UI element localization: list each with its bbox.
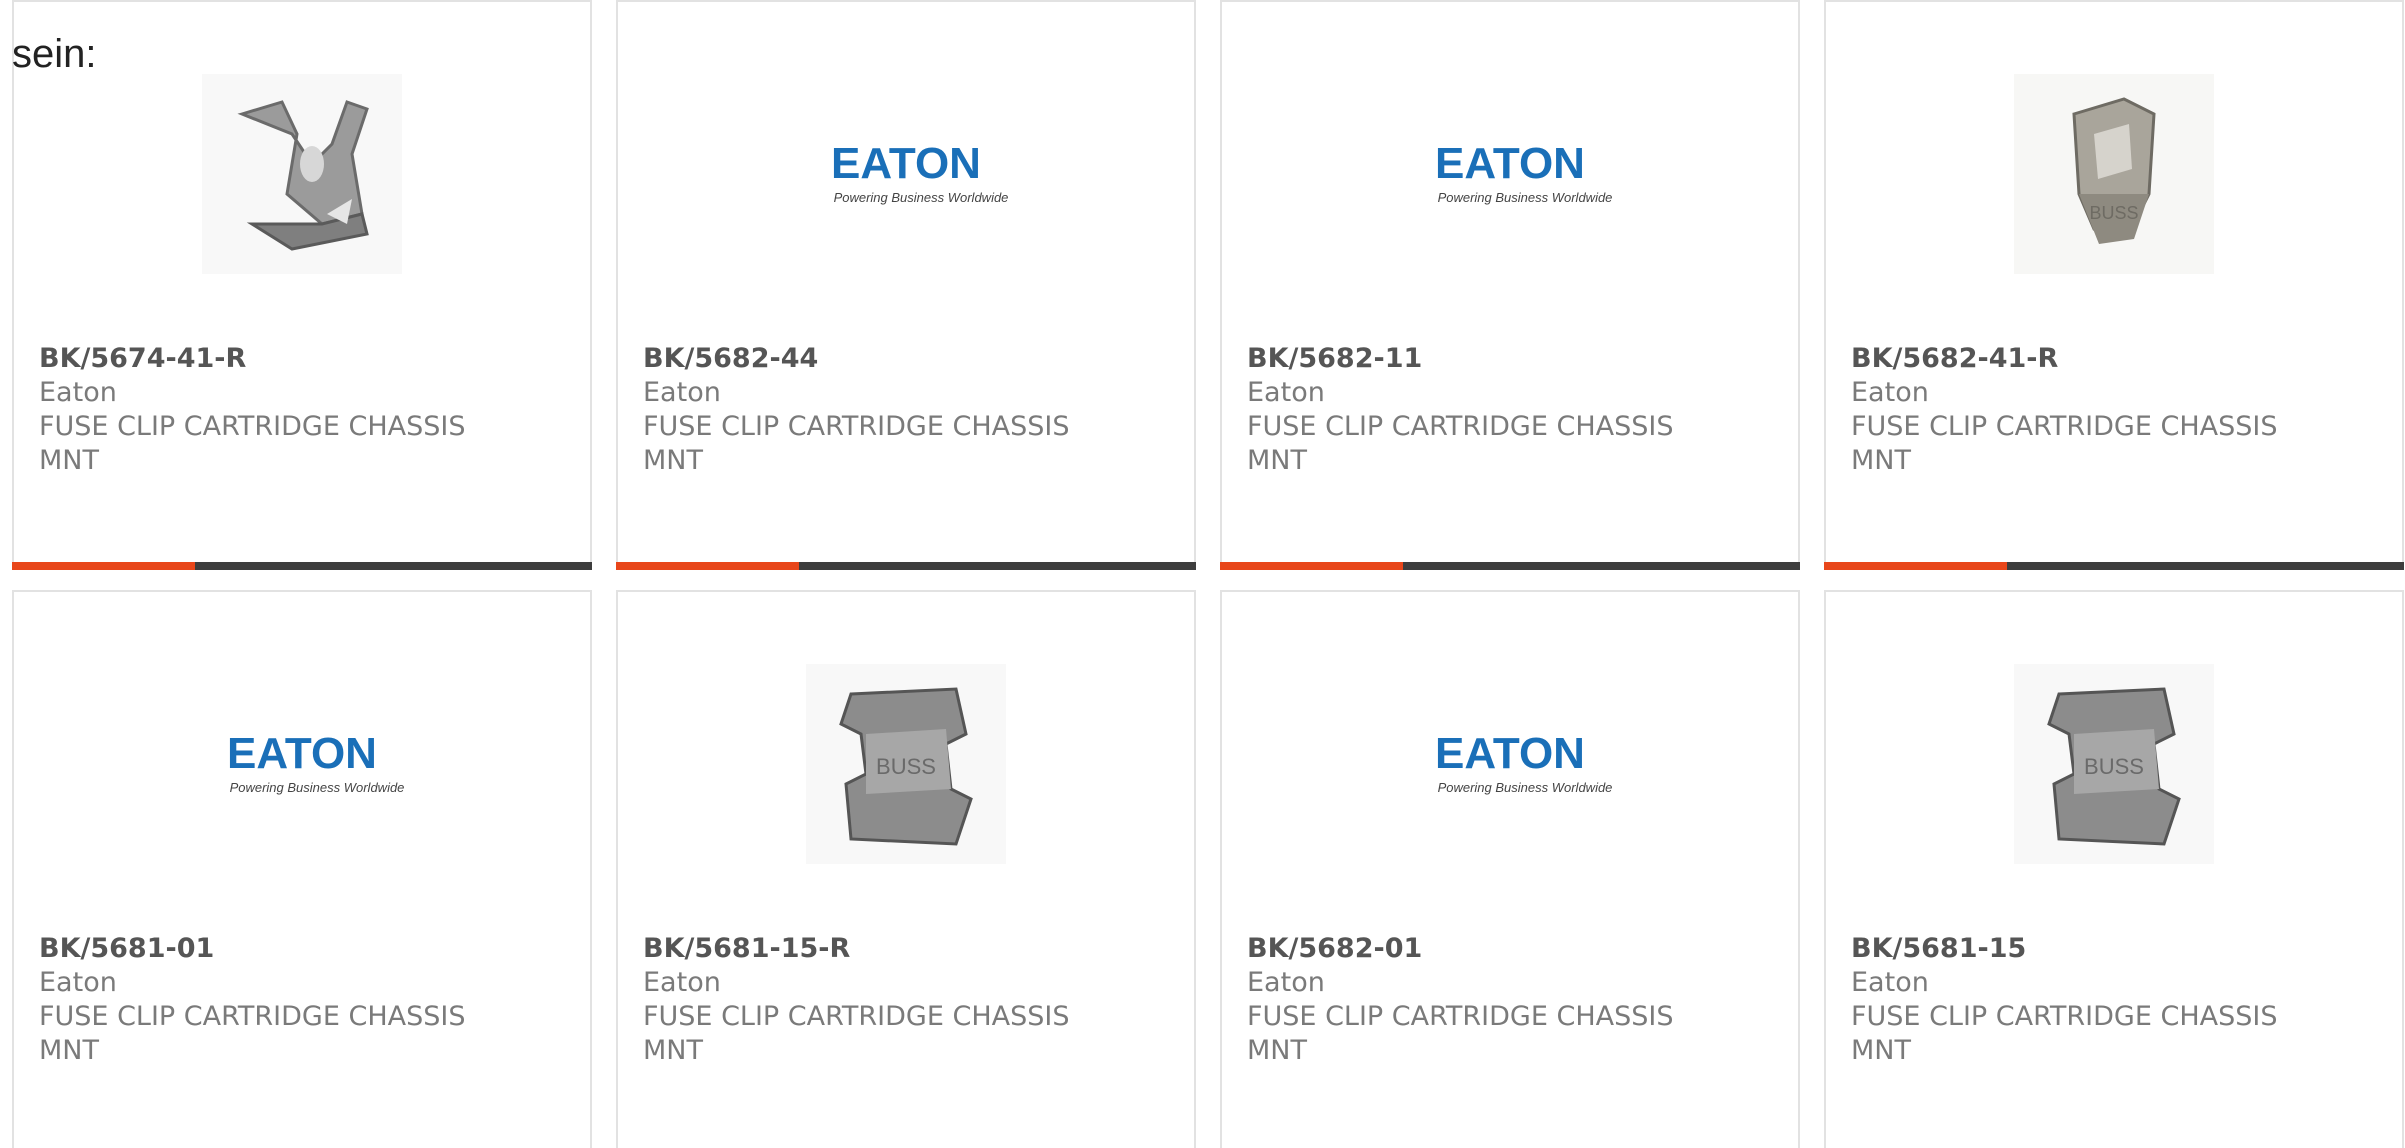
product-image[interactable]: EATON Powering Business Worldwide — [1222, 64, 1798, 284]
description: FUSE CLIP CARTRIDGE CHASSIS MNT — [1851, 411, 2278, 476]
manufacturer: Eaton — [39, 967, 117, 998]
product-image[interactable]: BUSS — [1826, 64, 2402, 284]
part-number[interactable]: BK/5682-44 — [643, 342, 1073, 376]
card-footer-bar — [1824, 562, 2404, 570]
fuse-clip-icon: BUSS — [2014, 74, 2214, 274]
fuse-clip-icon: BUSS — [2014, 664, 2214, 864]
card-footer-bar — [12, 562, 592, 570]
description: FUSE CLIP CARTRIDGE CHASSIS MNT — [643, 411, 1070, 476]
product-grid: BK/5674-41-R Eaton FUSE CLIP CARTRIDGE C… — [12, 0, 2405, 1148]
eaton-logo-icon: EATON Powering Business Worldwide — [227, 729, 405, 795]
manufacturer: Eaton — [39, 377, 117, 408]
product-image[interactable] — [14, 64, 590, 284]
manufacturer: Eaton — [643, 967, 721, 998]
description: FUSE CLIP CARTRIDGE CHASSIS MNT — [1851, 1001, 2278, 1066]
product-image[interactable]: EATON Powering Business Worldwide — [1222, 654, 1798, 874]
product-card[interactable]: EATON Powering Business Worldwide BK/568… — [1220, 0, 1800, 570]
fuse-clip-icon — [202, 74, 402, 274]
svg-text:Powering Business Worldwide: Powering Business Worldwide — [834, 190, 1009, 205]
product-card[interactable]: EATON Powering Business Worldwide BK/568… — [12, 590, 592, 1148]
manufacturer: Eaton — [643, 377, 721, 408]
part-number[interactable]: BK/5682-01 — [1247, 932, 1677, 966]
description: FUSE CLIP CARTRIDGE CHASSIS MNT — [643, 1001, 1070, 1066]
manufacturer: Eaton — [1851, 377, 1929, 408]
eaton-logo-icon: EATON Powering Business Worldwide — [1435, 729, 1613, 795]
manufacturer: Eaton — [1247, 967, 1325, 998]
part-number[interactable]: BK/5681-01 — [39, 932, 469, 966]
intro-text: sein: — [12, 32, 97, 76]
svg-text:EATON: EATON — [1435, 729, 1585, 778]
svg-text:Powering Business Worldwide: Powering Business Worldwide — [1438, 780, 1613, 795]
eaton-logo-icon: EATON Powering Business Worldwide — [1435, 139, 1613, 205]
product-card[interactable]: EATON Powering Business Worldwide BK/568… — [1220, 590, 1800, 1148]
svg-text:EATON: EATON — [1435, 139, 1585, 188]
description: FUSE CLIP CARTRIDGE CHASSIS MNT — [1247, 411, 1674, 476]
svg-text:Powering Business Worldwide: Powering Business Worldwide — [230, 780, 405, 795]
svg-text:Powering Business Worldwide: Powering Business Worldwide — [1438, 190, 1613, 205]
card-footer-bar — [1220, 562, 1800, 570]
description: FUSE CLIP CARTRIDGE CHASSIS MNT — [1247, 1001, 1674, 1066]
product-image[interactable]: EATON Powering Business Worldwide — [618, 64, 1194, 284]
product-image[interactable]: EATON Powering Business Worldwide — [14, 654, 590, 874]
product-image[interactable]: BUSS — [618, 654, 1194, 874]
part-number[interactable]: BK/5681-15 — [1851, 932, 2281, 966]
manufacturer: Eaton — [1851, 967, 1929, 998]
manufacturer: Eaton — [1247, 377, 1325, 408]
card-footer-bar — [616, 562, 1196, 570]
svg-text:EATON: EATON — [227, 729, 377, 778]
eaton-logo-icon: EATON Powering Business Worldwide — [831, 139, 1009, 205]
svg-text:EATON: EATON — [831, 139, 981, 188]
part-number[interactable]: BK/5682-11 — [1247, 342, 1677, 376]
part-number[interactable]: BK/5681-15-R — [643, 932, 1073, 966]
product-card[interactable]: EATON Powering Business Worldwide BK/568… — [616, 0, 1196, 570]
product-card[interactable]: BUSS BK/5682-41-R Eaton FUSE CLIP CARTRI… — [1824, 0, 2404, 570]
svg-text:BUSS: BUSS — [2084, 754, 2144, 779]
svg-text:BUSS: BUSS — [2089, 203, 2138, 223]
product-image[interactable]: BUSS — [1826, 654, 2402, 874]
svg-text:BUSS: BUSS — [876, 754, 936, 779]
part-number[interactable]: BK/5682-41-R — [1851, 342, 2281, 376]
part-number[interactable]: BK/5674-41-R — [39, 342, 469, 376]
product-card[interactable]: BUSS BK/5681-15 Eaton FUSE CLIP CARTRIDG… — [1824, 590, 2404, 1148]
description: FUSE CLIP CARTRIDGE CHASSIS MNT — [39, 1001, 466, 1066]
product-card[interactable]: BK/5674-41-R Eaton FUSE CLIP CARTRIDGE C… — [12, 0, 592, 570]
product-card[interactable]: BUSS BK/5681-15-R Eaton FUSE CLIP CARTRI… — [616, 590, 1196, 1148]
fuse-clip-icon: BUSS — [806, 664, 1006, 864]
description: FUSE CLIP CARTRIDGE CHASSIS MNT — [39, 411, 466, 476]
